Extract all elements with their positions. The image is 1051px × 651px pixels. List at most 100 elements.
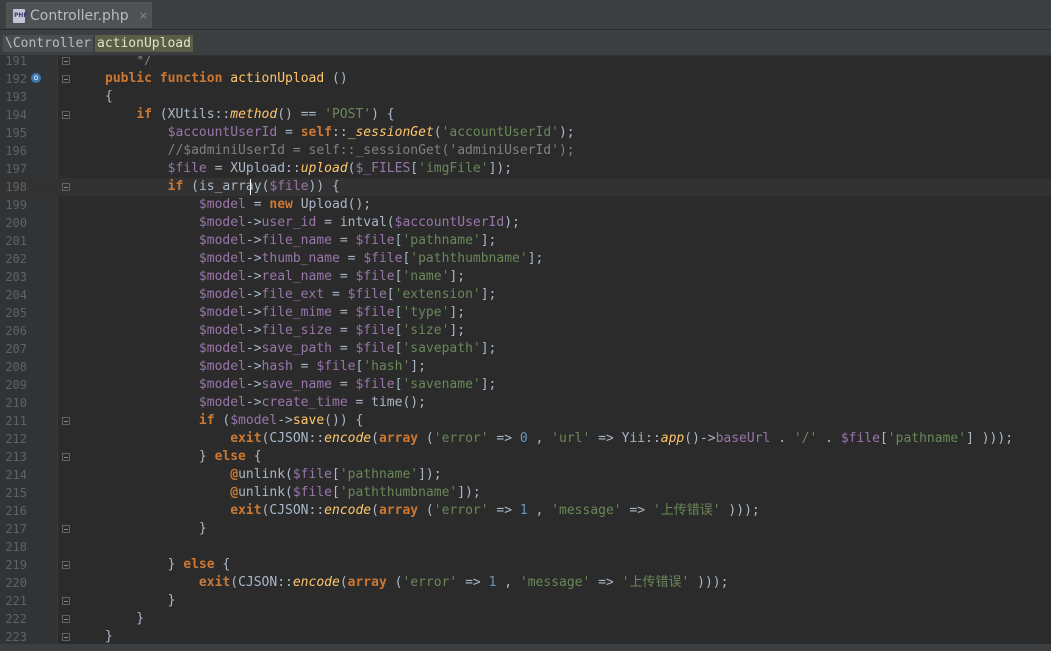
line-number: 204 (5, 288, 27, 302)
fold-toggle-icon[interactable] (62, 75, 70, 83)
code-text: } (105, 611, 145, 626)
code-line[interactable]: 192 o public function actionUpload () (0, 70, 1051, 88)
fold-toggle-icon[interactable] (62, 183, 70, 191)
code-text: exit(CJSON::encode(array ('error' => 1 ,… (198, 575, 729, 590)
code-line[interactable]: 191 */ (0, 56, 1051, 70)
code-text: $model->save_name = $file['savename']; (198, 377, 497, 392)
line-number: 192 (5, 72, 27, 86)
code-line[interactable]: 198 if (is_array($file)) { (0, 178, 1051, 196)
fold-toggle-icon[interactable] (62, 111, 70, 119)
code-line[interactable]: 213 } else { (0, 448, 1051, 466)
fold-toggle-icon[interactable] (62, 417, 70, 425)
code-line[interactable]: 216 exit(CJSON::encode(array ('error' =>… (0, 502, 1051, 520)
code-text: if ($model->save()) { (198, 413, 364, 428)
editor-tab-bar: PHP Controller.php × (0, 0, 1051, 30)
fold-toggle-icon[interactable] (62, 597, 70, 605)
code-line[interactable]: 197 $file = XUpload::upload($_FILES['img… (0, 160, 1051, 178)
breadcrumb-class[interactable]: \Controller (3, 35, 94, 52)
close-icon[interactable]: × (139, 9, 148, 22)
code-text: $model->file_mime = $file['type']; (198, 305, 466, 320)
line-number: 194 (5, 108, 27, 122)
fold-toggle-icon[interactable] (62, 525, 70, 533)
code-line[interactable]: 193 { (0, 88, 1051, 106)
code-line[interactable]: 209 $model->save_name = $file['savename'… (0, 376, 1051, 394)
line-number: 213 (5, 450, 27, 464)
code-line[interactable]: 212 exit(CJSON::encode(array ('error' =>… (0, 430, 1051, 448)
fold-toggle-icon[interactable] (62, 453, 70, 461)
line-number: 219 (5, 558, 27, 572)
tab-controller-php[interactable]: PHP Controller.php × (6, 2, 152, 28)
code-line[interactable]: 207 $model->save_path = $file['savepath'… (0, 340, 1051, 358)
code-line[interactable]: 208 $model->hash = $file['hash']; (0, 358, 1051, 376)
code-text: $file = XUpload::upload($_FILES['imgFile… (167, 161, 513, 176)
code-line[interactable]: 217 } (0, 520, 1051, 538)
code-line[interactable]: 220 exit(CJSON::encode(array ('error' =>… (0, 574, 1051, 592)
code-line[interactable]: 218 (0, 538, 1051, 556)
code-line[interactable]: 202 $model->thumb_name = $file['paththum… (0, 250, 1051, 268)
code-text: { (105, 89, 113, 104)
fold-toggle-icon[interactable] (62, 633, 70, 641)
fold-toggle-icon[interactable] (62, 57, 70, 65)
line-number: 209 (5, 378, 27, 392)
line-number: 217 (5, 522, 27, 536)
code-line[interactable]: 200 $model->user_id = intval($accountUse… (0, 214, 1051, 232)
code-text: $model->create_time = time(); (198, 395, 426, 410)
code-text: $model->hash = $file['hash']; (198, 359, 426, 374)
code-text: } (105, 593, 176, 608)
fold-toggle-icon[interactable] (62, 615, 70, 623)
text-caret (250, 179, 251, 195)
code-text: $model->file_ext = $file['extension']; (198, 287, 497, 302)
code-editor[interactable]: 191 */ 192 o public function actionUpload (… (0, 56, 1051, 651)
code-text: $model->thumb_name = $file['paththumbnam… (198, 251, 544, 266)
code-line[interactable]: 201 $model->file_name = $file['pathname'… (0, 232, 1051, 250)
code-text: } else { (105, 449, 262, 464)
code-line[interactable]: 205 $model->file_mime = $file['type']; (0, 304, 1051, 322)
line-number: 195 (5, 126, 27, 140)
line-number: 198 (5, 180, 27, 194)
line-number: 218 (5, 540, 27, 554)
line-number: 220 (5, 576, 27, 590)
code-line[interactable]: 204 $model->file_ext = $file['extension'… (0, 286, 1051, 304)
code-line[interactable]: 222 } (0, 610, 1051, 628)
line-number: 211 (5, 414, 27, 428)
line-number: 214 (5, 468, 27, 482)
line-number: 196 (5, 144, 27, 158)
code-text: //$adminiUserId = self::_sessionGet('adm… (105, 143, 575, 158)
line-number: 203 (5, 270, 27, 284)
code-text: public function actionUpload () (105, 71, 348, 86)
override-marker-icon[interactable]: o (31, 73, 41, 83)
code-line[interactable]: 195 $accountUserId = self::_sessionGet('… (0, 124, 1051, 142)
line-number: 191 (5, 56, 27, 68)
code-text: $model->file_size = $file['size']; (198, 323, 466, 338)
code-line[interactable]: 199 $model = new Upload(); (0, 196, 1051, 214)
code-line[interactable]: 221 } (0, 592, 1051, 610)
line-number: 215 (5, 486, 27, 500)
code-text: exit(CJSON::encode(array ('error' => 0 ,… (230, 431, 1014, 446)
code-line[interactable]: 196 //$adminiUserId = self::_sessionGet(… (0, 142, 1051, 160)
line-number: 193 (5, 90, 27, 104)
code-text: exit(CJSON::encode(array ('error' => 1 ,… (230, 503, 760, 518)
fold-toggle-icon[interactable] (62, 561, 70, 569)
line-number: 210 (5, 396, 27, 410)
code-line[interactable]: 214 @unlink($file['pathname']); (0, 466, 1051, 484)
code-line[interactable]: 203 $model->real_name = $file['name']; (0, 268, 1051, 286)
line-number: 200 (5, 216, 27, 230)
code-text: $model->file_name = $file['pathname']; (198, 233, 497, 248)
code-line[interactable]: 206 $model->file_size = $file['size']; (0, 322, 1051, 340)
horizontal-scrollbar[interactable] (0, 644, 1051, 651)
code-line[interactable]: 210 $model->create_time = time(); (0, 394, 1051, 412)
code-text: } (105, 521, 207, 536)
breadcrumb-method[interactable]: actionUpload (95, 35, 193, 52)
tab-label: Controller.php (30, 7, 129, 24)
breadcrumb: \Controller actionUpload (0, 30, 1051, 56)
line-number: 206 (5, 324, 27, 338)
code-line[interactable]: 211 if ($model->save()) { (0, 412, 1051, 430)
code-line[interactable]: 219 } else { (0, 556, 1051, 574)
code-line[interactable]: 215 @unlink($file['paththumbname']); (0, 484, 1051, 502)
line-number: 197 (5, 162, 27, 176)
line-number: 208 (5, 360, 27, 374)
code-text: @unlink($file['pathname']); (230, 467, 442, 482)
code-line[interactable]: 194 if (XUtils::method() == 'POST') { (0, 106, 1051, 124)
code-text: $model->save_path = $file['savepath']; (198, 341, 497, 356)
line-number: 222 (5, 612, 27, 626)
